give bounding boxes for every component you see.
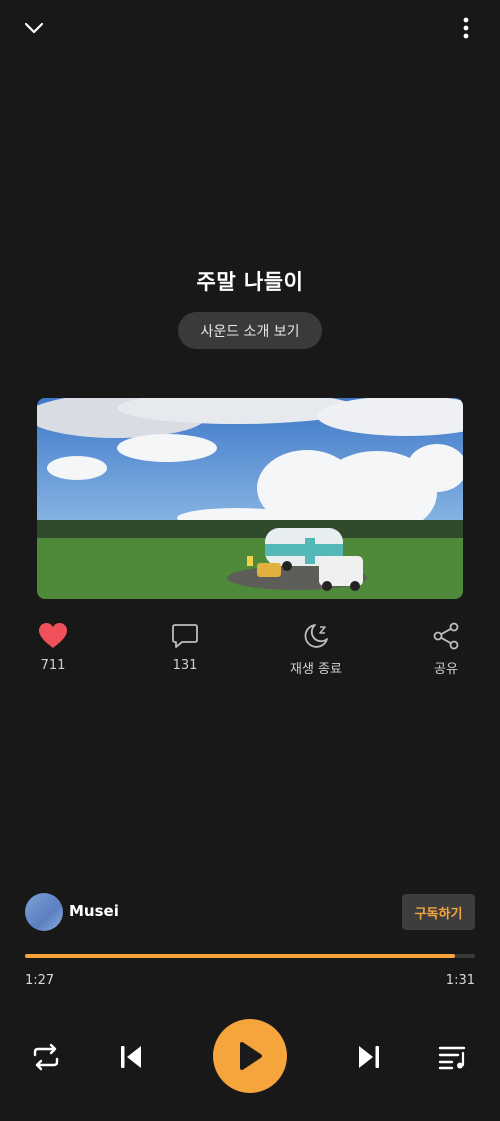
comment-icon — [172, 624, 198, 648]
progress-fill — [25, 954, 456, 958]
previous-button[interactable] — [112, 1038, 150, 1076]
play-icon — [240, 1042, 262, 1070]
like-count: 711 — [40, 658, 66, 673]
artist-name[interactable]: Musei — [69, 902, 119, 920]
more-menu-button[interactable] — [450, 12, 482, 44]
sleep-timer-label: 재생 종료 — [290, 662, 342, 677]
skip-previous-icon — [121, 1046, 141, 1068]
avatar[interactable] — [25, 893, 63, 931]
playlist-icon — [438, 1046, 466, 1070]
sound-intro-button[interactable]: 사운드 소개 보기 — [178, 312, 322, 349]
next-button[interactable] — [350, 1038, 388, 1076]
collapse-button[interactable] — [18, 12, 50, 44]
more-vertical-icon — [463, 17, 469, 39]
like-button[interactable]: 711 — [13, 622, 93, 673]
heart-icon — [39, 623, 67, 648]
share-label: 공유 — [434, 662, 458, 677]
track-title: 주말 나들이 — [196, 270, 304, 294]
chevron-down-icon — [24, 22, 44, 34]
repeat-button[interactable] — [27, 1038, 65, 1076]
skip-next-icon — [359, 1046, 379, 1068]
sleep-timer-button[interactable]: 재생 종료 — [276, 622, 356, 677]
moon-sleep-icon — [304, 624, 328, 648]
comment-count: 131 — [172, 658, 198, 673]
subscribe-button[interactable]: 구독하기 — [402, 894, 475, 930]
current-time: 1:27 — [25, 973, 55, 988]
share-icon — [433, 622, 459, 650]
share-button[interactable]: 공유 — [406, 622, 486, 677]
progress-bar[interactable] — [25, 954, 475, 958]
play-button[interactable] — [213, 1019, 287, 1093]
playlist-button[interactable] — [434, 1038, 472, 1076]
cover-artwork — [37, 398, 463, 599]
comment-button[interactable]: 131 — [145, 622, 225, 673]
repeat-icon — [33, 1043, 59, 1071]
total-time: 1:31 — [445, 973, 475, 988]
